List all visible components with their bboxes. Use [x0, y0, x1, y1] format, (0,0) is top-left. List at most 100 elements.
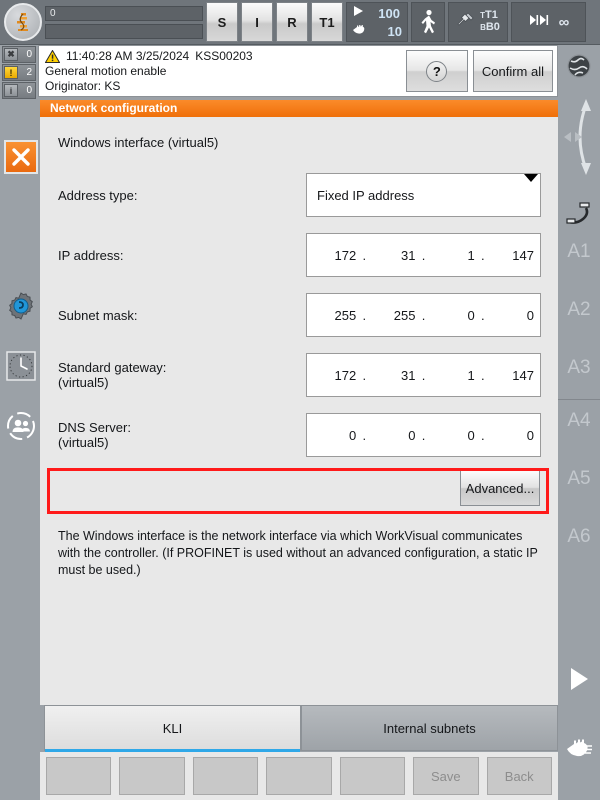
ip-octet-2[interactable]: 31 — [372, 248, 415, 263]
axis-label-a3[interactable]: A3 — [558, 357, 600, 379]
softkey-5[interactable] — [339, 757, 406, 795]
warning-message-icon: ! — [4, 66, 18, 79]
play-triangle-icon — [571, 668, 588, 690]
axis-label-a2[interactable]: A2 — [558, 299, 600, 321]
subnet-octet-3[interactable]: 0 — [432, 308, 475, 323]
stop-message-counter[interactable]: ✖ 0 — [2, 46, 36, 63]
right-sidebar-top-group: A1 A2 A3 — [558, 45, 600, 400]
address-type-select[interactable]: Fixed IP address — [306, 173, 541, 217]
main-panel: Network configuration Windows interface … — [40, 100, 558, 705]
advanced-button[interactable]: Advanced... — [460, 470, 540, 506]
submit-interpreter-bar[interactable]: 0 — [45, 5, 203, 21]
dns-octet-4[interactable]: 0 — [491, 428, 534, 443]
operating-mode[interactable]: T1 — [311, 2, 343, 42]
axis-label-a4[interactable]: A4 — [558, 410, 600, 432]
status-r[interactable]: R — [276, 2, 308, 42]
status-bar: 0 S I R T1 100 10 TT1 BB0 ∞ — [0, 0, 600, 45]
softkey-3[interactable] — [192, 757, 259, 795]
dns-octet-2[interactable]: 0 — [372, 428, 415, 443]
walking-person-icon[interactable] — [411, 2, 445, 42]
stop-message-icon: ✖ — [4, 48, 18, 61]
gateway-octet-3[interactable]: 1 — [432, 368, 475, 383]
gateway-octet-2[interactable]: 31 — [372, 368, 415, 383]
ip-dot-3: . — [480, 247, 485, 263]
curved-arrow-icon — [564, 99, 591, 175]
tab-internal-subnets[interactable]: Internal subnets — [301, 705, 558, 751]
user-button[interactable] — [5, 410, 37, 442]
close-x-icon — [12, 148, 30, 166]
robot-icon[interactable] — [4, 3, 42, 41]
right-sidebar: A1 A2 A3 A4 A5 A6 — [558, 45, 600, 800]
field-row-standard-gateway: Standard gateway: (virtual5) 172 . 31 . 1… — [58, 352, 541, 398]
subnet-octet-2[interactable]: 255 — [372, 308, 416, 323]
warning-message-counter[interactable]: ! 2 — [2, 64, 36, 81]
chevron-down-icon[interactable] — [524, 174, 538, 182]
status-s[interactable]: S — [206, 2, 238, 42]
dns-dot-2: . — [421, 427, 426, 443]
dns-dot-3: . — [480, 427, 485, 443]
ip-octet-3[interactable]: 1 — [432, 248, 475, 263]
dns-server-input[interactable]: 0 . 0 . 0 . 0 — [306, 413, 541, 457]
axis-label-a6[interactable]: A6 — [558, 526, 600, 548]
close-button[interactable] — [4, 140, 38, 174]
standard-gateway-input[interactable]: 172 . 31 . 1 . 147 — [306, 353, 541, 397]
dns-octet-1[interactable]: 0 — [313, 428, 356, 443]
override-display[interactable]: 100 10 — [346, 2, 408, 42]
ip-octet-4[interactable]: 147 — [491, 248, 534, 263]
tab-strip: KLI Internal subnets — [44, 705, 558, 752]
globe-icon — [567, 54, 591, 78]
softkey-2[interactable] — [119, 757, 185, 795]
ip-dot-2: . — [421, 247, 426, 263]
help-button[interactable]: ? — [405, 50, 468, 92]
subnet-dot-3: . — [480, 307, 485, 323]
softkey-bar: Save Back — [40, 752, 558, 800]
message-text-area: 11:40:28 AM 3/25/2024 KSS00203 General m… — [39, 46, 402, 96]
increment-value: ∞ — [558, 13, 570, 31]
increment-display[interactable]: ∞ — [511, 2, 586, 42]
dns-octet-3[interactable]: 0 — [432, 428, 475, 443]
program-name-bar[interactable] — [45, 23, 203, 39]
tool-base-display[interactable]: TT1 BB0 — [448, 2, 508, 42]
status-i[interactable]: I — [241, 2, 273, 42]
motion-direction-button[interactable] — [558, 93, 600, 181]
save-button[interactable]: Save — [413, 757, 479, 795]
gateway-octet-1[interactable]: 172 — [313, 368, 357, 383]
subnet-octet-4[interactable]: 0 — [491, 308, 534, 323]
tab-kli[interactable]: KLI — [44, 705, 301, 752]
info-message-icon: i — [4, 84, 18, 97]
left-sidebar — [0, 100, 40, 800]
info-message-counter[interactable]: i 0 — [2, 82, 36, 99]
field-row-dns-server: DNS Server: (virtual5) 0 . 0 . 0 . 0 — [58, 412, 541, 458]
softkey-1[interactable] — [46, 757, 112, 795]
ip-address-input[interactable]: 172 . 31 . 1 . 147 — [306, 233, 541, 277]
robot-axis-button[interactable] — [558, 200, 600, 226]
softkey-4[interactable] — [266, 757, 332, 795]
dns-server-label: DNS Server: (virtual5) — [58, 420, 131, 450]
play-button[interactable] — [558, 665, 600, 693]
axis-label-a1[interactable]: A1 — [558, 241, 600, 263]
axis-label-a5[interactable]: A5 — [558, 468, 600, 490]
increment-icon — [529, 13, 551, 32]
settings-button[interactable] — [5, 290, 37, 322]
advanced-row: Advanced... — [58, 470, 540, 506]
robot-axis-icon — [566, 202, 590, 224]
subnet-octet-1[interactable]: 255 — [313, 308, 357, 323]
page-title: Network configuration — [40, 100, 558, 117]
globe-button[interactable] — [558, 53, 600, 79]
field-row-subnet-mask: Subnet mask: 255 . 255 . 0 . 0 — [58, 292, 541, 338]
network-config-form: Windows interface (virtual5) Address typ… — [40, 117, 558, 579]
clock-button[interactable] — [5, 350, 37, 382]
message-originator: Originator: KS — [45, 79, 121, 93]
confirm-all-button[interactable]: Confirm all — [472, 50, 553, 92]
status-message-bars: 0 — [45, 5, 203, 39]
ip-address-label: IP address: — [58, 247, 124, 263]
tool-icon — [456, 11, 475, 33]
gateway-octet-4[interactable]: 147 — [491, 368, 534, 383]
subnet-dot-1: . — [362, 307, 367, 323]
ip-octet-1[interactable]: 172 — [313, 248, 357, 263]
back-button[interactable]: Back — [486, 757, 552, 795]
jog-hand-button[interactable] — [558, 737, 600, 759]
subnet-mask-input[interactable]: 255 . 255 . 0 . 0 — [306, 293, 541, 337]
warning-triangle-icon — [44, 49, 61, 63]
message-box[interactable]: 11:40:28 AM 3/25/2024 KSS00203 General m… — [38, 45, 558, 97]
